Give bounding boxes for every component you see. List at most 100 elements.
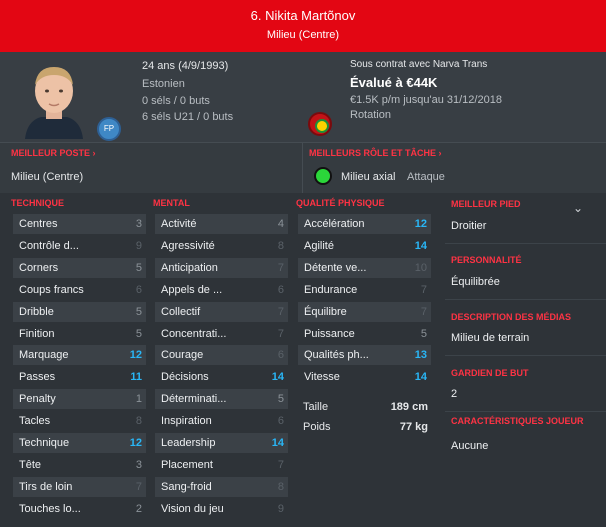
attribute-value: 12 [129, 437, 142, 449]
attribute-row[interactable]: Agressivité 8 [155, 236, 288, 256]
sidebar-divider [445, 243, 606, 244]
attribute-label: Inspiration [161, 415, 212, 428]
player-header: 6. Nikita Martõnov Milieu (Centre) [0, 0, 606, 52]
best-duty: Attaque [407, 171, 445, 183]
player-value: Évalué à €44K [350, 75, 438, 90]
attribute-value: 6 [277, 415, 284, 428]
player-caps: 0 séls / 0 buts [142, 95, 210, 107]
attribute-row[interactable]: Placement 7 [155, 455, 288, 475]
attribute-value: 2 [135, 502, 142, 515]
attribute-label: Déterminati... [161, 393, 227, 406]
attribute-row[interactable]: Détente ve... 10 [298, 257, 431, 278]
attribute-row[interactable]: Accélération 12 [298, 214, 431, 234]
player-info-panel: FP 24 ans (4/9/1993) Estonien 0 séls / 0… [0, 52, 606, 142]
club-badge-icon[interactable] [308, 112, 332, 136]
chevron-down-icon[interactable]: ⌄ [573, 201, 583, 215]
attribute-label: Contrôle d... [19, 239, 79, 252]
attribute-row[interactable]: Puissance 5 [298, 324, 431, 344]
attribute-row[interactable]: Décisions 14 [155, 367, 288, 387]
attribute-row[interactable]: Penalty 1 [13, 389, 146, 410]
attribute-row[interactable]: Équilibre 7 [298, 301, 431, 322]
attribute-label: Endurance [304, 283, 358, 296]
player-wage: €1.5K p/m jusqu'au 31/12/2018 [350, 94, 502, 106]
best-role[interactable]: Milieu axial [341, 171, 395, 183]
attribute-value: 7 [277, 458, 284, 471]
player-name[interactable]: 6. Nikita Martõnov [0, 8, 606, 23]
attribute-row[interactable]: Sang-froid 8 [155, 476, 288, 497]
physical-heading: QUALITÉ PHYSIQUE [296, 198, 385, 208]
attribute-row[interactable]: Marquage 12 [13, 345, 146, 366]
attribute-value: 9 [135, 239, 142, 252]
attribute-row[interactable]: Touches lo... 2 [13, 499, 146, 519]
attribute-value: 7 [420, 283, 427, 296]
attribute-value: 14 [271, 371, 284, 384]
attribute-value: 5 [420, 327, 427, 340]
attribute-label: Leadership [161, 437, 216, 449]
attribute-label: Dribble [19, 305, 54, 318]
attribute-row[interactable]: Corners 5 [13, 257, 146, 278]
player-position: Milieu (Centre) [266, 29, 340, 41]
attribute-row[interactable]: Qualités ph... 13 [298, 345, 431, 366]
sidebar-divider [445, 355, 606, 356]
role-rating-icon [314, 167, 332, 185]
attribute-row[interactable]: Endurance 7 [298, 280, 431, 300]
attribute-label: Puissance [304, 327, 355, 340]
attribute-row[interactable]: Coups francs 6 [13, 280, 146, 300]
attribute-row[interactable]: Tête 3 [13, 455, 146, 475]
attribute-value: 7 [277, 305, 284, 318]
squad-status: Rotation [350, 109, 391, 121]
best-position-value: Milieu (Centre) [11, 171, 84, 183]
goalkeeper-value: 2 [451, 388, 458, 400]
attribute-label: Centres [19, 218, 58, 230]
attribute-row[interactable]: Dribble 5 [13, 301, 146, 322]
attribute-row[interactable]: Contrôle d... 9 [13, 236, 146, 256]
attribute-row[interactable]: Vision du jeu 9 [155, 499, 288, 519]
attribute-value: 8 [277, 480, 284, 493]
attribute-value: 14 [271, 437, 284, 449]
attribute-label: Penalty [19, 393, 56, 406]
attribute-label: Tête [19, 458, 42, 471]
attribute-row[interactable]: Activité 4 [155, 214, 288, 234]
attribute-row[interactable]: Courage 6 [155, 345, 288, 366]
attribute-label: Tacles [19, 415, 51, 428]
attribute-row[interactable]: Centres 3 [13, 214, 146, 234]
attribute-row[interactable]: Tacles 8 [13, 411, 146, 431]
attribute-row[interactable]: Passes 11 [13, 367, 146, 387]
attribute-row[interactable]: Déterminati... 5 [155, 389, 288, 410]
attribute-label: Placement [161, 458, 213, 471]
attribute-value: 5 [277, 393, 284, 406]
best-foot-value: Droitier [451, 220, 487, 232]
traits-value: Aucune [451, 440, 489, 452]
attribute-value: 7 [277, 327, 284, 340]
attribute-value: 3 [135, 458, 142, 471]
height-value: 189 cm [390, 401, 428, 413]
player-u21-caps: 6 séls U21 / 0 buts [142, 111, 234, 123]
attribute-row[interactable]: Finition 5 [13, 324, 146, 344]
nation-flag-icon[interactable]: FP [97, 117, 121, 141]
attribute-row[interactable]: Collectif 7 [155, 301, 288, 322]
attribute-row[interactable]: Appels de ... 6 [155, 280, 288, 300]
attribute-row[interactable]: Vitesse 14 [298, 367, 431, 387]
attribute-row[interactable]: Inspiration 6 [155, 411, 288, 431]
attribute-value: 8 [277, 239, 284, 252]
attribute-label: Équilibre [304, 305, 347, 318]
attribute-value: 8 [135, 415, 142, 428]
personality-heading: PERSONNALITÉ [451, 255, 522, 265]
attribute-row[interactable]: Anticipation 7 [155, 257, 288, 278]
attribute-value: 5 [135, 261, 142, 274]
attribute-row[interactable]: Tirs de loin 7 [13, 476, 146, 497]
attribute-row[interactable]: Concentrati... 7 [155, 324, 288, 344]
best-position-heading[interactable]: MEILLEUR POSTE › [11, 148, 96, 158]
attribute-value: 4 [277, 218, 284, 230]
attribute-row[interactable]: Leadership 14 [155, 433, 288, 453]
attribute-value: 3 [135, 218, 142, 230]
attribute-label: Vision du jeu [161, 502, 224, 515]
attribute-value: 11 [130, 371, 142, 384]
attribute-row[interactable]: Agilité 14 [298, 236, 431, 256]
best-role-heading[interactable]: MEILLEURS RÔLE ET TÂCHE › [309, 148, 442, 158]
player-nation[interactable]: Estonien [142, 78, 185, 90]
attribute-row[interactable]: Technique 12 [13, 433, 146, 453]
attribute-label: Accélération [304, 218, 365, 230]
player-age: 24 ans (4/9/1993) [142, 60, 229, 72]
contract-club[interactable]: Sous contrat avec Narva Trans [350, 59, 487, 70]
